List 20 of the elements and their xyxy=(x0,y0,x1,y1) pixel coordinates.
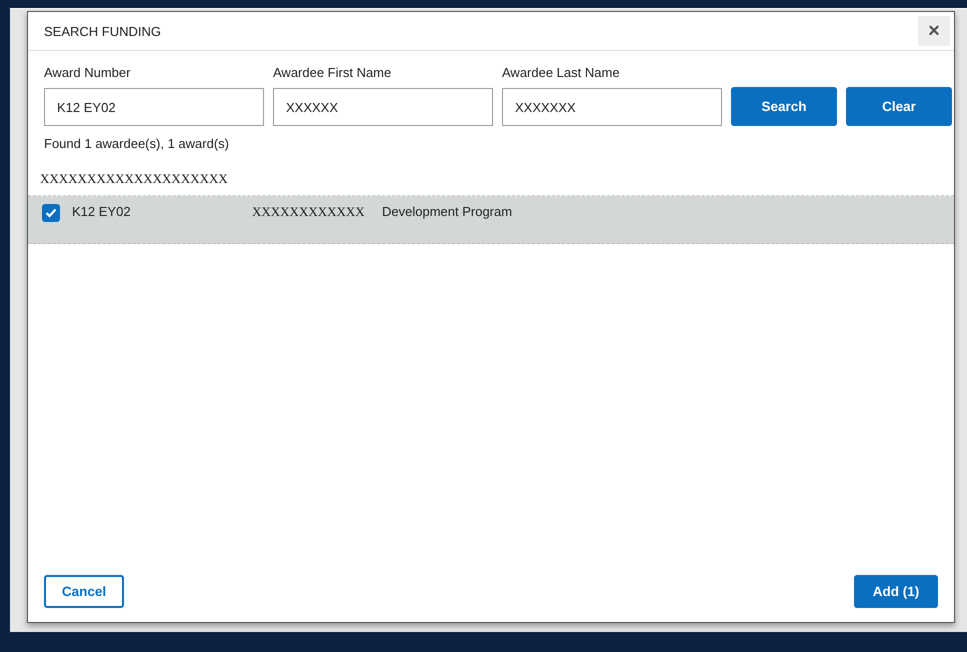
field-label: Awardee First Name xyxy=(273,65,392,80)
close-button[interactable]: × xyxy=(918,16,950,46)
input-field[interactable]: XXXXXX xyxy=(273,88,493,126)
input-field[interactable]: K12 EY02 xyxy=(44,88,264,126)
result-summary: Found 1 awardee(s), 1 award(s) xyxy=(43,135,230,151)
check-icon xyxy=(45,208,57,218)
field-label: Awardee Last Name xyxy=(502,65,621,80)
checkbox[interactable] xyxy=(42,204,60,222)
field-label: Award Number xyxy=(44,65,132,80)
award-title: Development Program xyxy=(382,204,512,219)
awardee-name: XXXXXXXXXXXXXXXXXXXX xyxy=(39,170,229,188)
cancel-button[interactable]: Cancel xyxy=(44,575,124,608)
clear-button[interactable]: Clear xyxy=(846,87,952,126)
dialog-title: SEARCH FUNDING xyxy=(44,24,162,38)
award-text: XXXXXXXXXXXX xyxy=(252,204,366,220)
add-button[interactable]: Add (1) xyxy=(854,575,938,608)
award-row[interactable]: K12 EY02 XXXXXXXXXXXX Development Program xyxy=(28,196,954,244)
award-number: K12 EY02 xyxy=(72,204,132,219)
search-button[interactable]: Search xyxy=(731,87,837,126)
input-field[interactable]: XXXXXXX xyxy=(502,88,722,126)
